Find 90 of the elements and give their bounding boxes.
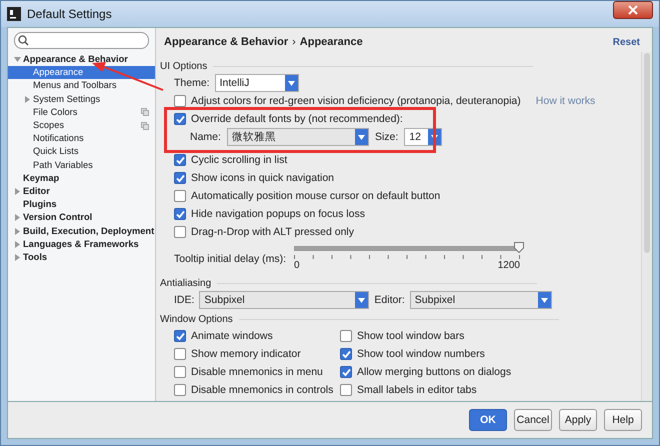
checkbox-label: Cyclic scrolling in list xyxy=(191,154,288,166)
slider-max-label: 1200 xyxy=(498,260,520,271)
checkbox[interactable] xyxy=(174,330,186,342)
editor-antialiasing-dropdown[interactable]: Subpixel xyxy=(410,291,552,309)
tree-item[interactable]: Build, Execution, Deployment xyxy=(8,224,155,238)
tooltip-delay-label: Tooltip initial delay (ms): xyxy=(174,253,288,265)
search-field[interactable] xyxy=(14,32,149,49)
search-icon xyxy=(18,35,29,46)
checkbox[interactable] xyxy=(174,154,186,166)
ide-antialiasing-dropdown[interactable]: Subpixel xyxy=(199,291,370,309)
checkbox-label: Allow merging buttons on dialogs xyxy=(357,366,512,378)
expand-arrow-icon[interactable] xyxy=(14,214,21,222)
caret-icon xyxy=(358,134,365,140)
checkbox[interactable] xyxy=(174,208,186,220)
caret-icon xyxy=(540,298,548,302)
font-size-dropdown[interactable]: 12 xyxy=(404,128,442,146)
scrollbar[interactable] xyxy=(641,52,652,401)
caret-icon xyxy=(358,298,366,302)
theme-label: Theme: xyxy=(174,77,210,89)
ide-label: IDE: xyxy=(174,294,194,306)
checkbox-label: Animate windows xyxy=(191,330,273,342)
app-icon xyxy=(7,7,21,21)
breadcrumb-parent: Appearance & Behavior xyxy=(164,36,288,48)
expand-arrow-icon[interactable] xyxy=(14,56,21,64)
checkbox-label: Disable mnemonics in controls xyxy=(191,384,334,396)
checkbox-label: Show tool window bars xyxy=(357,330,464,342)
tree-item[interactable]: Languages & Frameworks xyxy=(8,238,155,251)
checkbox[interactable] xyxy=(340,384,352,396)
tree-item[interactable]: Quick Lists xyxy=(8,145,155,158)
checkbox[interactable] xyxy=(174,226,186,238)
checkbox[interactable] xyxy=(174,348,186,360)
checkbox[interactable] xyxy=(174,384,186,396)
checkbox[interactable] xyxy=(340,348,352,360)
checkbox-label: Override default fonts by (not recommended): xyxy=(191,113,403,125)
tree-item[interactable]: Keymap xyxy=(8,172,155,185)
close-icon xyxy=(628,5,638,15)
breadcrumb-separator: › xyxy=(292,36,296,48)
expand-arrow-icon[interactable] xyxy=(14,240,21,248)
dialog-button[interactable]: Help xyxy=(604,409,642,431)
editor-label: Editor: xyxy=(374,294,405,306)
checkbox[interactable] xyxy=(174,95,186,107)
slider-thumb[interactable] xyxy=(514,242,524,253)
expand-arrow-icon[interactable] xyxy=(14,254,21,261)
checkbox-label: Disable mnemonics in menu xyxy=(191,366,323,378)
caret-icon xyxy=(288,80,295,86)
checkbox[interactable] xyxy=(340,366,352,378)
checkbox-label: Show memory indicator xyxy=(191,348,301,360)
tree-item[interactable]: Appearance & Behavior xyxy=(8,53,155,66)
tree-item[interactable]: Path Variables xyxy=(8,158,155,172)
reset-link[interactable]: Reset xyxy=(612,36,640,48)
tree-item[interactable]: Tools xyxy=(8,250,155,264)
caret-icon xyxy=(431,134,438,140)
tree-item[interactable]: Notifications xyxy=(8,132,155,146)
theme-dropdown[interactable]: IntelliJ xyxy=(214,74,299,92)
dialog-button[interactable]: Cancel xyxy=(514,409,552,431)
tree-item[interactable]: Scopes xyxy=(8,118,155,132)
dialog-button[interactable]: OK xyxy=(469,409,507,431)
checkbox-label: Automatically position mouse cursor on default button xyxy=(191,190,440,202)
checkbox-label: Show icons in quick navigation xyxy=(191,172,334,184)
checkbox[interactable] xyxy=(174,113,186,125)
section-heading: UI Options xyxy=(160,61,208,72)
expand-arrow-icon[interactable] xyxy=(14,188,21,195)
tree-item[interactable]: Version Control xyxy=(8,211,155,224)
checkbox-label: Small labels in editor tabs xyxy=(357,384,477,396)
slider-min-label: 0 xyxy=(294,260,300,271)
checkbox-label: Hide navigation popups on focus loss xyxy=(191,208,365,220)
checkbox[interactable] xyxy=(340,330,352,342)
font-name-label: Name: xyxy=(190,131,221,143)
tree-item[interactable]: Menus and Toolbars xyxy=(8,79,155,93)
tree-item[interactable]: Appearance xyxy=(8,66,155,80)
breadcrumb-current: Appearance xyxy=(300,36,363,48)
section-heading: Antialiasing xyxy=(160,278,212,289)
checkbox[interactable] xyxy=(174,190,186,202)
tree-item[interactable]: Plugins xyxy=(8,198,155,212)
expand-arrow-icon[interactable] xyxy=(24,96,31,103)
tree-item[interactable]: File Colors xyxy=(8,106,155,119)
section-heading: Window Options xyxy=(160,314,233,325)
checkbox[interactable] xyxy=(174,172,186,184)
font-size-label: Size: xyxy=(374,131,398,143)
checkbox[interactable] xyxy=(174,366,186,378)
tree-item[interactable]: System Settings xyxy=(8,92,155,106)
window-title: Default Settings xyxy=(27,7,113,21)
dialog-button[interactable]: Apply xyxy=(559,409,597,431)
tree-item[interactable]: Editor xyxy=(8,184,155,198)
close-button[interactable] xyxy=(613,1,653,19)
expand-arrow-icon[interactable] xyxy=(14,228,21,235)
checkbox-label: Adjust colors for red-green vision deficiency (protanopia, deuteranopia) xyxy=(191,95,521,107)
checkbox-label: Drag-n-Drop with ALT pressed only xyxy=(191,226,354,238)
checkbox-label: Show tool window numbers xyxy=(357,348,485,360)
font-name-dropdown[interactable]: 微软雅黑 xyxy=(226,128,369,146)
